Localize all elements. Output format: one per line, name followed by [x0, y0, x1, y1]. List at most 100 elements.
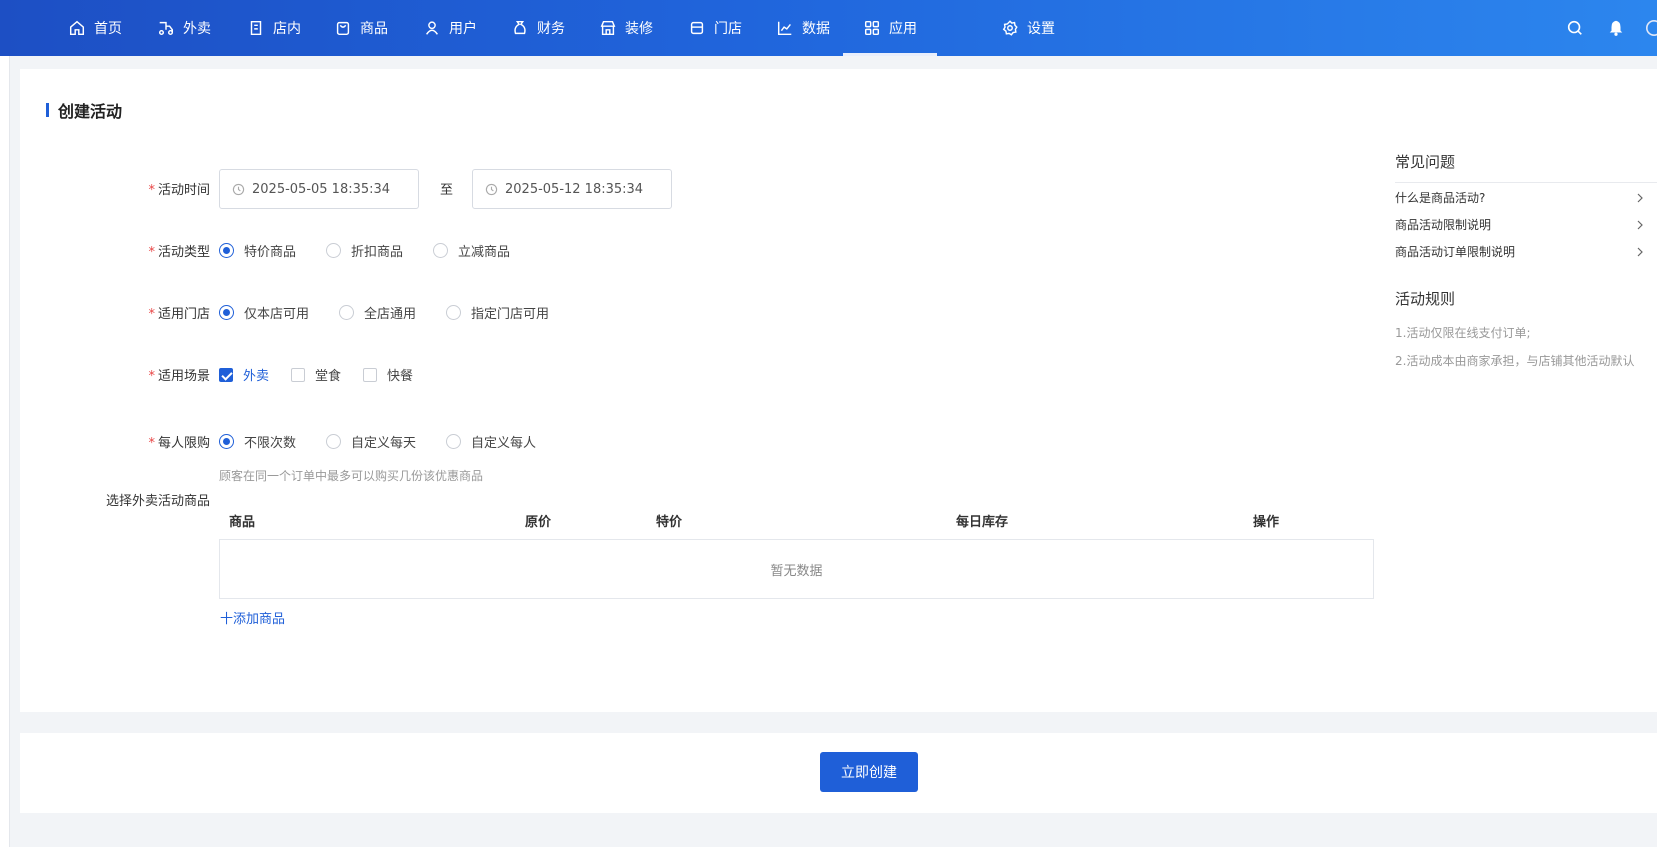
nav-item-home[interactable]: 首页	[68, 0, 122, 56]
purchase-limit-label: * 每人限购	[148, 436, 210, 451]
avatar[interactable]	[1645, 0, 1657, 56]
faq-divider	[1395, 182, 1657, 183]
nav-item-settings[interactable]: 设置	[1001, 0, 1055, 56]
nav-label: 外卖	[183, 21, 211, 37]
required-mark: *	[148, 369, 155, 384]
line-chart-icon	[777, 21, 792, 36]
apps-grid-icon	[864, 20, 880, 36]
nav-label: 装修	[625, 21, 653, 37]
delivery-icon	[158, 21, 174, 36]
column-header-actions: 操作	[1253, 515, 1280, 530]
chevron-right-icon	[1637, 193, 1643, 202]
radio-special-price[interactable]: 特价商品	[219, 241, 296, 260]
purchase-limit-hint: 顾客在同一个订单中最多可以购买几份该优惠商品	[219, 469, 484, 483]
checkbox-dine-in[interactable]: 堂食	[291, 365, 341, 384]
select-products-label: 选择外卖活动商品	[105, 494, 210, 509]
applicable-store-group: 仅本店可用 全店通用 指定门店可用	[219, 303, 579, 322]
avatar-icon	[1645, 19, 1657, 37]
notification-button[interactable]	[1607, 0, 1625, 56]
rules-title: 活动规则	[1395, 290, 1456, 308]
faq-item-order-limits[interactable]: 商品活动订单限制说明	[1395, 243, 1645, 260]
page-title: 创建活动	[58, 102, 123, 121]
nav-item-users[interactable]: 用户	[423, 0, 477, 56]
applicable-scene-group: 外卖 堂食 快餐	[219, 365, 435, 384]
checkbox-delivery[interactable]: 外卖	[219, 365, 269, 384]
column-header-product: 商品	[229, 515, 256, 530]
column-header-special-price: 特价	[656, 515, 683, 530]
faq-item-what-is[interactable]: 什么是商品活动?	[1395, 189, 1645, 206]
start-time-input[interactable]: 2025-05-05 18:35:34	[219, 169, 419, 209]
storefront-icon	[690, 21, 704, 35]
chevron-right-icon	[1637, 220, 1643, 229]
range-separator: 至	[440, 183, 454, 198]
section-title: 创建活动	[46, 98, 122, 122]
nav-item-in-store[interactable]: 店内	[247, 0, 301, 56]
purchase-limit-group: 不限次数 自定义每天 自定义每人	[219, 432, 566, 451]
faq-item-limits[interactable]: 商品活动限制说明	[1395, 216, 1645, 233]
products-table-empty: 暂无数据	[219, 539, 1374, 599]
nav-label: 商品	[360, 21, 388, 37]
radio-instant-reduction[interactable]: 立减商品	[433, 241, 510, 260]
nav-label: 门店	[714, 21, 742, 37]
user-icon	[426, 21, 438, 35]
bell-icon	[1609, 20, 1623, 36]
end-time-value: 2025-05-12 18:35:34	[505, 181, 644, 197]
left-side-strip	[0, 56, 10, 847]
radio-custom-per-person[interactable]: 自定义每人	[446, 432, 536, 451]
activity-type-label: * 活动类型	[148, 245, 210, 260]
radio-custom-daily[interactable]: 自定义每天	[326, 432, 416, 451]
search-icon	[1567, 20, 1582, 35]
nav-label: 数据	[802, 21, 830, 37]
clock-icon	[232, 183, 245, 195]
applicable-scene-label: * 适用场景	[148, 369, 210, 384]
nav-item-data[interactable]: 数据	[776, 0, 830, 56]
rule-item: 2.活动成本由商家承担，与店铺其他活动默认	[1395, 354, 1635, 368]
nav-label: 首页	[94, 21, 122, 37]
radio-all-stores[interactable]: 全店通用	[339, 303, 416, 322]
required-mark: *	[148, 436, 155, 451]
nav-label: 店内	[273, 21, 301, 37]
clock-icon	[485, 183, 498, 195]
chevron-right-icon	[1637, 247, 1643, 256]
radio-discount[interactable]: 折扣商品	[326, 241, 403, 260]
faq-title: 常见问题	[1395, 153, 1456, 171]
nav-label: 财务	[537, 21, 565, 37]
column-header-original-price: 原价	[525, 515, 552, 530]
radio-specified-stores[interactable]: 指定门店可用	[446, 303, 549, 322]
end-time-input[interactable]: 2025-05-12 18:35:34	[472, 169, 672, 209]
search-button[interactable]	[1566, 0, 1584, 56]
rule-item: 1.活动仅限在线支付订单;	[1395, 326, 1531, 340]
nav-label: 设置	[1027, 21, 1055, 37]
activity-time-label: * 活动时间	[148, 183, 210, 198]
column-header-daily-stock: 每日库存	[956, 515, 1009, 530]
add-product-link[interactable]: 十添加商品	[220, 608, 285, 627]
create-activity-card: 创建活动 * 活动时间 2025-05-05 18:35:34 至 2025-05…	[20, 69, 1657, 712]
gear-icon	[1002, 20, 1018, 36]
activity-type-group: 特价商品 折扣商品 立减商品	[219, 241, 540, 260]
footer-action-bar: 立即创建	[20, 733, 1657, 813]
shop-decor-icon	[600, 20, 616, 36]
products-table-header: 商品 原价 特价 每日库存 操作	[219, 499, 1374, 539]
required-mark: *	[148, 245, 155, 260]
create-now-button[interactable]: 立即创建	[820, 752, 918, 792]
applicable-store-label: * 适用门店	[148, 307, 210, 322]
start-time-value: 2025-05-05 18:35:34	[252, 181, 391, 197]
store-inside-icon	[250, 20, 262, 36]
required-mark: *	[148, 183, 155, 198]
checkbox-fast-food[interactable]: 快餐	[363, 365, 413, 384]
top-navigation-bar: 首页 外卖 店内 商品 用户 财务 装修 门店 数据 应用 设置	[0, 0, 1657, 56]
nav-label: 应用	[889, 21, 917, 37]
nav-label: 用户	[449, 21, 477, 37]
nav-item-stores[interactable]: 门店	[688, 0, 742, 56]
radio-this-store[interactable]: 仅本店可用	[219, 303, 309, 322]
bag-icon	[336, 21, 350, 36]
money-bag-icon	[514, 20, 526, 35]
nav-item-finance[interactable]: 财务	[511, 0, 565, 56]
nav-item-products[interactable]: 商品	[334, 0, 388, 56]
radio-unlimited[interactable]: 不限次数	[219, 432, 296, 451]
required-mark: *	[148, 307, 155, 322]
home-icon	[69, 20, 85, 36]
nav-item-apps[interactable]: 应用	[843, 0, 937, 56]
nav-item-decor[interactable]: 装修	[599, 0, 653, 56]
nav-item-delivery[interactable]: 外卖	[157, 0, 211, 56]
